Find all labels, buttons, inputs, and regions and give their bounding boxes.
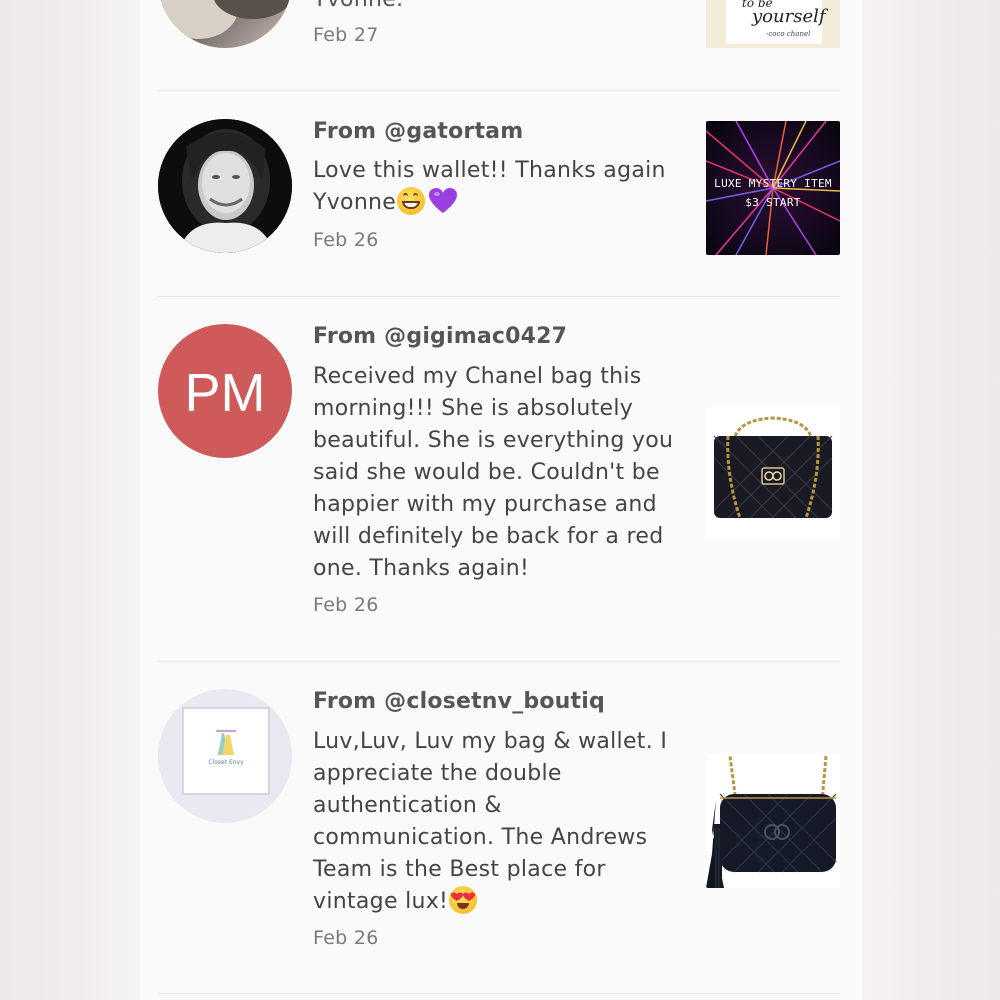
quilted-camera-bag-icon: [706, 754, 840, 888]
review-message: Yvonne.: [313, 0, 683, 16]
reviews-panel: Yvonne. Feb 27 to be yourself -coco chan…: [140, 0, 862, 1000]
avatar-initials: PM: [184, 363, 266, 423]
user-photo-avatar: [158, 119, 292, 253]
user-photo-avatar: [158, 0, 292, 48]
divider: [158, 993, 840, 994]
review-message: Love this wallet!! Thanks again Yvonne: [313, 158, 666, 215]
review-message: Luv,Luv, Luv my bag & wallet. I apprecia…: [313, 729, 668, 914]
listing-thumbnail[interactable]: LUXE MYSTERY ITEM $3 START: [706, 121, 840, 255]
mystery-price: $3 START: [745, 196, 801, 209]
reviewer-avatar[interactable]: PM: [158, 324, 292, 458]
review-date: Feb 27: [313, 24, 379, 46]
reviewer-avatar[interactable]: [158, 0, 292, 48]
boutique-logo: Closet Envy: [182, 707, 270, 795]
heart-eyes-emoji: [449, 886, 478, 914]
review-date: Feb 26: [313, 594, 379, 616]
listing-thumbnail[interactable]: [706, 406, 840, 540]
review-from[interactable]: From @gatortam: [313, 119, 523, 144]
reviewer-avatar[interactable]: Closet Envy: [158, 689, 292, 823]
reviewer-avatar[interactable]: [158, 119, 292, 253]
purple-heart-emoji: [429, 188, 458, 213]
quilted-flap-bag-icon: [706, 406, 840, 540]
divider: [158, 661, 840, 662]
review-date: Feb 26: [313, 229, 379, 251]
mystery-title: LUXE MYSTERY ITEM: [714, 177, 832, 190]
review-from[interactable]: From @closetnv_boutiq: [313, 689, 605, 714]
listing-thumbnail[interactable]: to be yourself -coco chanel: [706, 0, 840, 48]
quote-text-2: yourself: [752, 6, 826, 27]
review-from[interactable]: From @gigimac0427: [313, 324, 567, 349]
review-message: Received my Chanel bag this morning!!! S…: [313, 364, 674, 581]
background-right: [860, 0, 1000, 1000]
boutique-logo-text: Closet Envy: [208, 759, 244, 766]
divider: [158, 296, 840, 297]
quote-text-3: -coco chanel: [766, 30, 811, 38]
grinning-face-emoji: [397, 187, 426, 215]
divider: [158, 90, 840, 91]
dress-icon: [216, 730, 236, 755]
background-left: [0, 0, 140, 1000]
listing-thumbnail[interactable]: [706, 754, 840, 888]
review-date: Feb 26: [313, 927, 379, 949]
